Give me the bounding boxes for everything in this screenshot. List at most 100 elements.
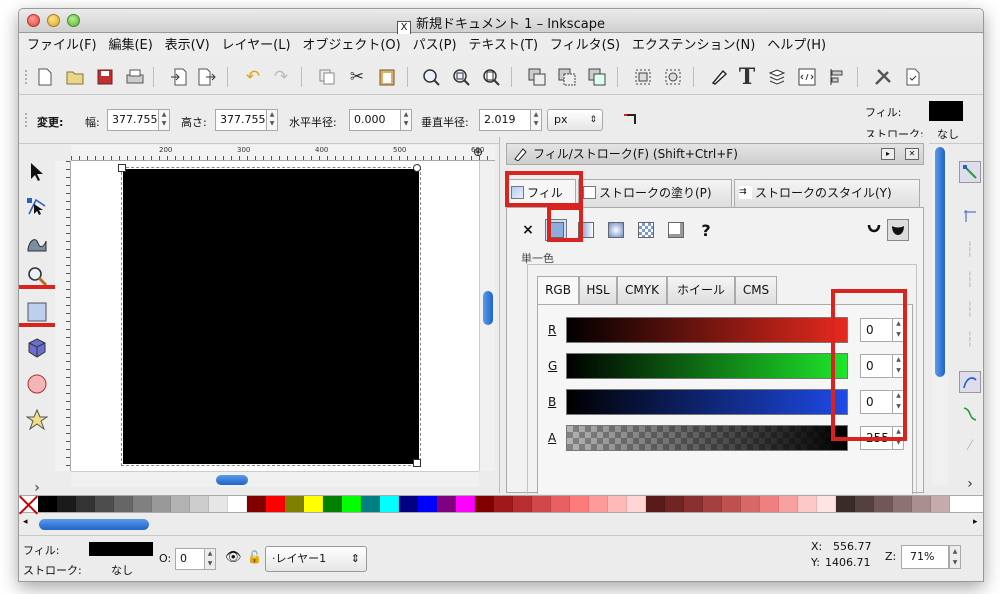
snap-more-icon[interactable]: › <box>959 473 981 495</box>
export-icon[interactable] <box>195 65 219 89</box>
menu-filters[interactable]: フィルタ(S) <box>546 34 624 58</box>
zoom-drawing-icon[interactable] <box>449 65 473 89</box>
import-icon[interactable] <box>167 65 191 89</box>
dialog-iconify-icon[interactable]: ▸ <box>881 148 895 160</box>
opacity-spin[interactable]: ▲ ▼ <box>204 548 216 570</box>
rx-input[interactable]: 0.000 <box>349 109 401 131</box>
corner-radius-handle[interactable] <box>413 164 421 172</box>
zoom-corner-icon[interactable]: ⊕ <box>473 145 483 159</box>
zoom-selection-icon[interactable] <box>419 65 443 89</box>
color-tab-rgb[interactable]: RGB <box>537 276 579 304</box>
menu-extensions[interactable]: エクステンション(N) <box>628 34 759 58</box>
radial-gradient-button[interactable] <box>605 219 627 241</box>
height-input[interactable]: 377.755 <box>215 109 267 131</box>
menu-text[interactable]: テキスト(T) <box>464 34 542 58</box>
palette-swatch[interactable] <box>874 496 893 512</box>
menu-layer[interactable]: レイヤー(L) <box>218 34 295 58</box>
snap-bbox-icon[interactable] <box>959 205 981 227</box>
preferences-icon[interactable] <box>871 65 895 89</box>
palette-swatch[interactable] <box>456 496 475 512</box>
palette-swatch[interactable] <box>551 496 570 512</box>
dock-scrollbar[interactable] <box>932 147 948 485</box>
palette-swatch[interactable] <box>342 496 361 512</box>
palette-swatch[interactable] <box>684 496 703 512</box>
star-tool-icon[interactable] <box>24 407 50 433</box>
open-icon[interactable] <box>63 65 87 89</box>
menu-view[interactable]: 表示(V) <box>161 34 214 58</box>
duplicate-icon[interactable] <box>525 65 549 89</box>
palette-swatch[interactable] <box>76 496 95 512</box>
palette-swatch[interactable] <box>266 496 285 512</box>
pattern-button[interactable] <box>635 219 657 241</box>
menu-file[interactable]: ファイル(F) <box>23 34 101 58</box>
palette-swatch[interactable] <box>760 496 779 512</box>
undo-icon[interactable]: ↶ <box>241 65 265 89</box>
palette-swatch[interactable] <box>494 496 513 512</box>
snap-bbox-midpoint-icon[interactable]: ┆ <box>959 299 981 321</box>
dock-scroll-thumb[interactable] <box>935 147 945 377</box>
copy-icon[interactable] <box>315 65 339 89</box>
canvas[interactable] <box>71 161 479 471</box>
palette-swatch[interactable] <box>171 496 190 512</box>
color-tab-cms[interactable]: CMS <box>735 276 777 304</box>
layers-icon[interactable] <box>765 65 789 89</box>
clone-icon[interactable] <box>555 65 579 89</box>
width-spin-buttons[interactable]: ▲ ▼ <box>158 109 170 131</box>
palette-swatch[interactable] <box>912 496 931 512</box>
palette-swatch[interactable] <box>855 496 874 512</box>
canvas-horizontal-scroll-thumb[interactable] <box>216 475 248 485</box>
palette-swatch[interactable] <box>209 496 228 512</box>
channel-a-slider[interactable] <box>566 425 848 451</box>
palette-swatch[interactable] <box>608 496 627 512</box>
tweak-tool-icon[interactable] <box>24 229 50 255</box>
palette-swatch[interactable] <box>779 496 798 512</box>
fill-indicator-swatch[interactable] <box>929 101 963 121</box>
palette-swatch[interactable] <box>323 496 342 512</box>
layer-visibility-eye-icon[interactable]: 👁 <box>225 550 242 565</box>
palette-swatch[interactable] <box>247 496 266 512</box>
menu-edit[interactable]: 編集(E) <box>104 34 156 58</box>
zoom-input[interactable]: 71% <box>901 545 949 569</box>
palette-swatch[interactable] <box>38 496 57 512</box>
palette-swatch[interactable] <box>589 496 608 512</box>
paint-unset-button[interactable]: ? <box>695 219 717 241</box>
height-spin-buttons[interactable]: ▲ ▼ <box>266 109 278 131</box>
palette-swatch[interactable] <box>152 496 171 512</box>
opacity-input[interactable]: 0 <box>175 548 205 570</box>
selector-tool-icon[interactable] <box>24 159 50 185</box>
fill-stroke-icon[interactable] <box>707 65 731 89</box>
palette-swatch[interactable] <box>893 496 912 512</box>
palette-swatch[interactable] <box>741 496 760 512</box>
group-icon[interactable] <box>631 65 655 89</box>
unlink-clone-icon[interactable] <box>585 65 609 89</box>
snap-bbox-corner-icon[interactable]: ┆ <box>959 269 981 291</box>
palette-swatch[interactable] <box>570 496 589 512</box>
width-input[interactable]: 377.755 <box>107 109 159 131</box>
paste-icon[interactable] <box>375 65 399 89</box>
palette-swatch[interactable] <box>285 496 304 512</box>
menu-help[interactable]: ヘルプ(H) <box>763 34 830 58</box>
palette-swatch[interactable] <box>817 496 836 512</box>
print-icon[interactable] <box>123 65 147 89</box>
channel-r-slider[interactable] <box>566 317 848 343</box>
palette-swatch[interactable] <box>722 496 741 512</box>
channel-b-slider[interactable] <box>566 389 848 415</box>
ry-spin-buttons[interactable]: ▲ ▼ <box>530 109 542 131</box>
snap-bbox-center-icon[interactable]: ┆ <box>959 329 981 351</box>
status-stroke-value[interactable]: なし <box>111 562 133 578</box>
fill-rule-nonzero-icon[interactable] <box>887 219 909 241</box>
selected-rectangle[interactable] <box>121 167 421 466</box>
zoom-page-icon[interactable] <box>479 65 503 89</box>
swatch-button[interactable] <box>665 219 687 241</box>
palette-swatch[interactable] <box>703 496 722 512</box>
palette-swatch[interactable] <box>380 496 399 512</box>
palette-swatch[interactable] <box>57 496 76 512</box>
canvas-vertical-scroll-thumb[interactable] <box>483 291 493 325</box>
palette-swatch[interactable] <box>665 496 684 512</box>
save-icon[interactable] <box>93 65 117 89</box>
palette-swatch[interactable] <box>133 496 152 512</box>
snap-bbox-edge-icon[interactable]: ┆ <box>959 239 981 261</box>
palette-swatch[interactable] <box>931 496 950 512</box>
palette-swatch[interactable] <box>190 496 209 512</box>
toolbar-grip[interactable] <box>24 69 28 85</box>
